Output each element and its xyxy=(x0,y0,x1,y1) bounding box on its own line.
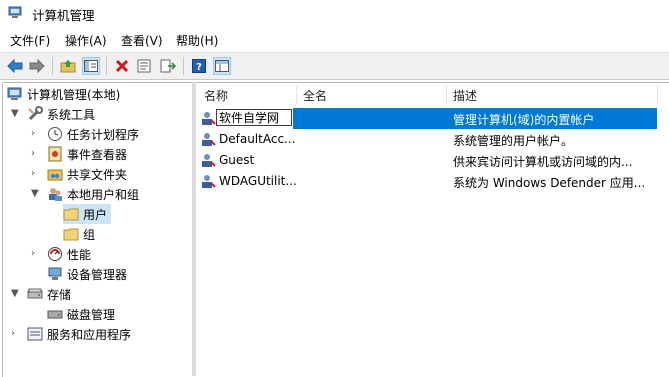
tree-shared-folders[interactable]: 共享文件夹 xyxy=(47,164,127,184)
title-bar: 计算机管理 xyxy=(0,0,669,27)
tree-disk-management[interactable]: 磁盘管理 xyxy=(47,304,115,324)
user-icon xyxy=(200,173,216,189)
forward-icon[interactable] xyxy=(28,57,46,75)
expand-arrow-icon[interactable]: ▼ xyxy=(11,289,21,299)
collapse-arrow-icon[interactable]: › xyxy=(31,149,41,159)
export-list-icon[interactable] xyxy=(159,57,177,75)
user-icon xyxy=(200,110,216,126)
svg-text:?: ? xyxy=(196,62,202,73)
description-cell: 系统为 Windows Defender 应用... xyxy=(453,176,646,190)
delete-icon[interactable] xyxy=(113,57,131,75)
storage-icon xyxy=(27,286,43,302)
name-cell: DefaultAcc... xyxy=(219,132,296,146)
tools-icon xyxy=(27,106,43,122)
description-cell: 管理计算机(域)的内置帐户 xyxy=(453,113,595,127)
expand-arrow-icon[interactable]: ▼ xyxy=(31,189,41,199)
tree-services-apps[interactable]: 服务和应用程序 xyxy=(27,324,131,344)
collapse-arrow-icon[interactable]: › xyxy=(31,129,41,139)
menu-view[interactable]: 查看(V) xyxy=(121,32,163,49)
tree-groups[interactable]: 组 xyxy=(63,224,95,244)
user-icon xyxy=(200,152,216,168)
table-row[interactable]: WDAGUtilit... 系统为 Windows Defender 应用... xyxy=(196,171,669,192)
user-list-view: 名称 全名 描述 软件自学网 管理计算机(域)的内置帐户 DefaultAcc.… xyxy=(196,82,669,377)
collapse-arrow-icon[interactable]: › xyxy=(31,169,41,179)
event-viewer-icon xyxy=(47,146,63,162)
menu-bar: 文件(F) 操作(A) 查看(V) 帮助(H) xyxy=(0,30,669,50)
column-header-fullname[interactable]: 全名 xyxy=(303,84,327,106)
user-icon xyxy=(200,131,216,147)
tree-performance[interactable]: 性能 xyxy=(47,244,91,264)
computer-management-icon xyxy=(8,6,22,18)
description-cell: 供来宾访问计算机或访问域的内... xyxy=(453,155,633,169)
console-tree: 计算机管理(本地) ▼ 系统工具 › 任务计划程序 › 事件查看器 › 共享文件… xyxy=(2,82,193,377)
menu-help[interactable]: 帮助(H) xyxy=(176,32,218,49)
column-header-name[interactable]: 名称 xyxy=(204,84,228,106)
users-groups-icon xyxy=(47,186,63,202)
table-row[interactable]: DefaultAcc... 系统管理的用户帐户。 xyxy=(196,129,669,150)
tree-task-scheduler[interactable]: 任务计划程序 xyxy=(47,124,139,144)
tree-root[interactable]: 计算机管理(本地) xyxy=(7,84,120,104)
tree-local-users-groups[interactable]: 本地用户和组 xyxy=(47,184,139,204)
menu-file[interactable]: 文件(F) xyxy=(10,32,50,49)
show-hide-tree-icon[interactable] xyxy=(82,57,100,75)
description-cell: 系统管理的用户帐户。 xyxy=(453,134,574,148)
performance-icon xyxy=(47,246,63,262)
services-icon xyxy=(27,326,43,342)
table-row[interactable]: Guest 供来宾访问计算机或访问域的内... xyxy=(196,150,669,171)
computer-management-icon xyxy=(7,86,23,102)
tree-system-tools[interactable]: 系统工具 xyxy=(27,104,95,124)
folder-icon xyxy=(63,226,79,242)
window-title: 计算机管理 xyxy=(32,8,95,23)
shared-folder-icon xyxy=(47,166,63,182)
name-cell: WDAGUtilit... xyxy=(219,174,297,188)
tree-users[interactable]: 用户 xyxy=(63,204,112,224)
tree-device-manager[interactable]: 设备管理器 xyxy=(47,264,127,284)
table-row[interactable]: 软件自学网 管理计算机(域)的内置帐户 xyxy=(196,108,669,129)
expand-arrow-icon[interactable]: ▼ xyxy=(11,109,21,119)
tree-event-viewer[interactable]: 事件查看器 xyxy=(47,144,127,164)
rename-input[interactable]: 软件自学网 xyxy=(216,109,292,126)
collapse-arrow-icon[interactable]: › xyxy=(11,329,21,339)
column-header-description[interactable]: 描述 xyxy=(453,84,477,106)
name-cell: Guest xyxy=(219,153,255,167)
clock-icon xyxy=(47,126,63,142)
disk-icon xyxy=(47,306,63,322)
tree-storage[interactable]: 存储 xyxy=(27,284,71,304)
view-pane-icon[interactable] xyxy=(213,57,231,75)
properties-icon[interactable] xyxy=(135,57,153,75)
collapse-arrow-icon[interactable]: › xyxy=(31,249,41,259)
folder-icon xyxy=(63,206,79,222)
back-icon[interactable] xyxy=(6,57,24,75)
device-manager-icon xyxy=(47,266,63,282)
help-icon[interactable]: ? xyxy=(190,57,208,75)
up-folder-icon[interactable] xyxy=(59,57,77,75)
menu-action[interactable]: 操作(A) xyxy=(65,32,107,49)
toolbar: ? xyxy=(0,52,669,80)
